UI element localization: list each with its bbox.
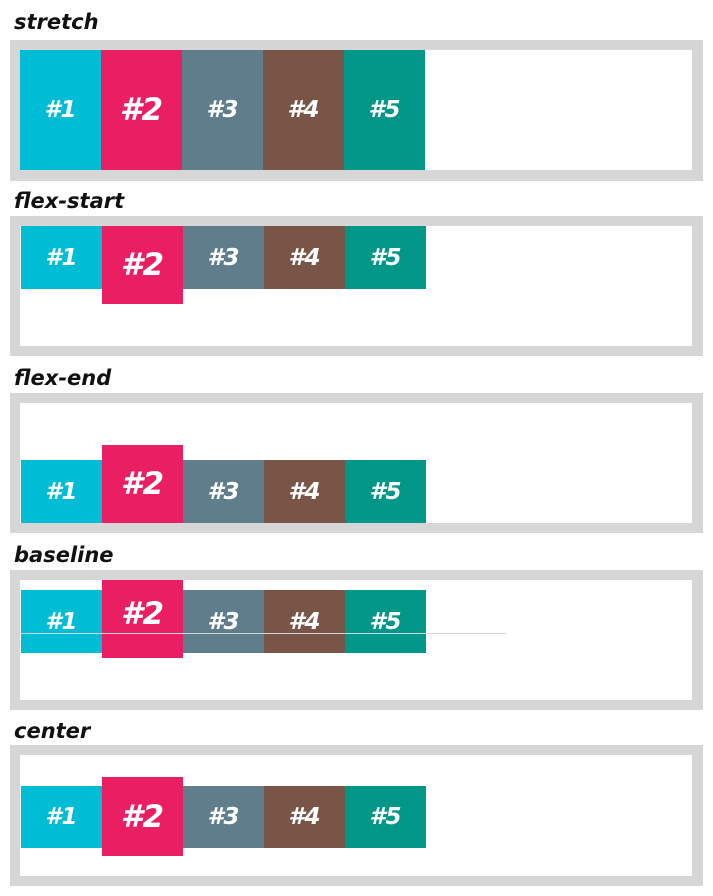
section-title-center: center	[14, 719, 91, 743]
baseline-item-2: #2	[102, 580, 183, 658]
diagram-root: { "sections": [ {"title": "stretch"}, {"…	[0, 0, 713, 896]
stretch-item-2: #2	[101, 50, 182, 170]
flex-start-item-2: #2	[102, 226, 183, 304]
flex-end-item-3: #3	[183, 460, 264, 523]
stretch-item-4: #4	[263, 50, 344, 170]
center-item-2: #2	[102, 777, 183, 856]
flex-start-item-5: #5	[345, 226, 426, 289]
flex-start-item-4: #4	[264, 226, 345, 289]
section-title-flex-end: flex-end	[14, 366, 112, 390]
flex-start-item-3: #3	[183, 226, 264, 289]
baseline-guide-line	[21, 633, 506, 634]
stretch-item-3: #3	[182, 50, 263, 170]
baseline-item-4: #4	[264, 590, 345, 653]
stretch-item-5: #5	[344, 50, 425, 170]
baseline-item-5: #5	[345, 590, 426, 653]
baseline-item-1: #1	[21, 590, 102, 653]
flex-end-item-4: #4	[264, 460, 345, 523]
stretch-item-1: #1	[20, 50, 101, 170]
flex-end-item-2: #2	[102, 445, 183, 523]
baseline-item-3: #3	[183, 590, 264, 653]
flex-end-item-1: #1	[21, 460, 102, 523]
center-item-5: #5	[345, 786, 426, 848]
section-title-flex-start: flex-start	[14, 189, 125, 213]
section-title-stretch: stretch	[14, 10, 99, 34]
section-title-baseline: baseline	[14, 543, 114, 567]
center-item-4: #4	[264, 786, 345, 848]
flex-start-item-1: #1	[21, 226, 102, 289]
center-item-3: #3	[183, 786, 264, 848]
center-item-1: #1	[21, 786, 102, 848]
flex-end-item-5: #5	[345, 460, 426, 523]
